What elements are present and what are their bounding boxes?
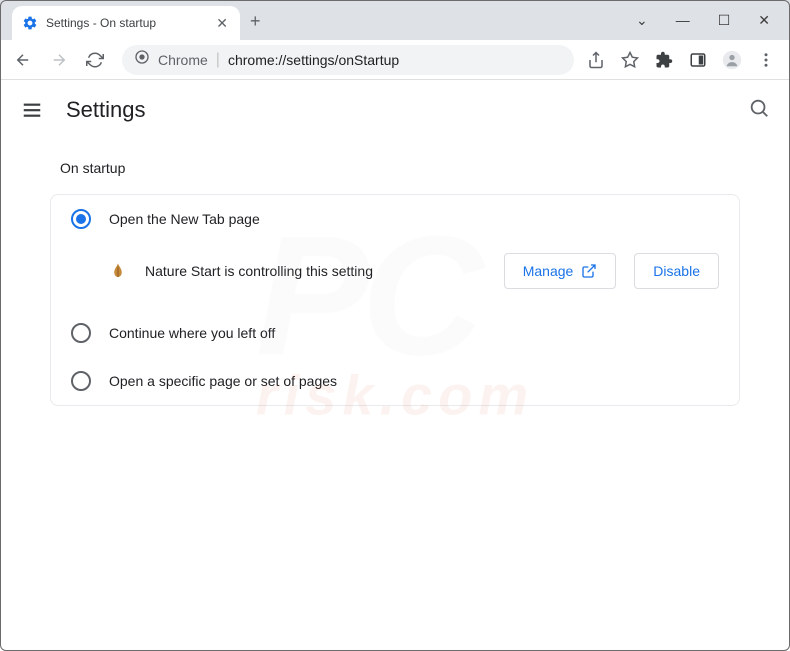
radio-selected[interactable] [71, 209, 91, 229]
close-window-button[interactable]: ✕ [758, 12, 770, 29]
share-icon[interactable] [586, 50, 606, 70]
content-area: On startup Open the New Tab page Nature … [0, 140, 790, 426]
option-label: Open the New Tab page [109, 211, 260, 227]
settings-gear-icon [22, 15, 38, 31]
forward-button[interactable] [44, 45, 74, 75]
option-label: Continue where you left off [109, 325, 275, 341]
reload-button[interactable] [80, 45, 110, 75]
address-path: chrome://settings/onStartup [228, 52, 399, 68]
disable-button[interactable]: Disable [634, 253, 719, 289]
browser-tab[interactable]: Settings - On startup ✕ [12, 6, 240, 40]
radio-unselected[interactable] [71, 371, 91, 391]
controlled-text: Nature Start is controlling this setting [145, 263, 486, 279]
page-title: Settings [66, 97, 748, 123]
tab-title: Settings - On startup [46, 16, 206, 30]
extension-leaf-icon [109, 262, 127, 280]
close-tab-icon[interactable]: ✕ [214, 13, 230, 34]
hamburger-menu-icon[interactable] [20, 98, 44, 122]
tab-search-icon[interactable]: ⌄ [636, 12, 648, 29]
option-new-tab[interactable]: Open the New Tab page [51, 195, 739, 243]
bookmark-star-icon[interactable] [620, 50, 640, 70]
section-title: On startup [50, 160, 740, 176]
new-tab-button[interactable]: + [250, 11, 261, 32]
window-controls: ⌄ — ☐ ✕ [616, 0, 790, 40]
menu-dots-icon[interactable] [756, 50, 776, 70]
manage-label: Manage [523, 263, 574, 279]
manage-button[interactable]: Manage [504, 253, 617, 289]
option-continue[interactable]: Continue where you left off [51, 309, 739, 357]
radio-unselected[interactable] [71, 323, 91, 343]
search-icon[interactable] [748, 97, 770, 124]
toolbar: Chrome | chrome://settings/onStartup [0, 40, 790, 80]
chrome-site-icon [134, 49, 150, 70]
settings-header: Settings [0, 80, 790, 140]
address-separator: | [216, 51, 220, 69]
options-card: Open the New Tab page Nature Start is co… [50, 194, 740, 406]
minimize-button[interactable]: — [676, 12, 690, 28]
controlled-notice: Nature Start is controlling this setting… [51, 243, 739, 309]
extensions-icon[interactable] [654, 50, 674, 70]
option-label: Open a specific page or set of pages [109, 373, 337, 389]
back-button[interactable] [8, 45, 38, 75]
side-panel-icon[interactable] [688, 50, 708, 70]
profile-icon[interactable] [722, 50, 742, 70]
maximize-button[interactable]: ☐ [718, 12, 731, 29]
address-bar[interactable]: Chrome | chrome://settings/onStartup [122, 45, 574, 75]
address-prefix: Chrome [158, 52, 208, 68]
disable-label: Disable [653, 263, 700, 279]
external-link-icon [581, 263, 597, 279]
option-specific-pages[interactable]: Open a specific page or set of pages [51, 357, 739, 405]
